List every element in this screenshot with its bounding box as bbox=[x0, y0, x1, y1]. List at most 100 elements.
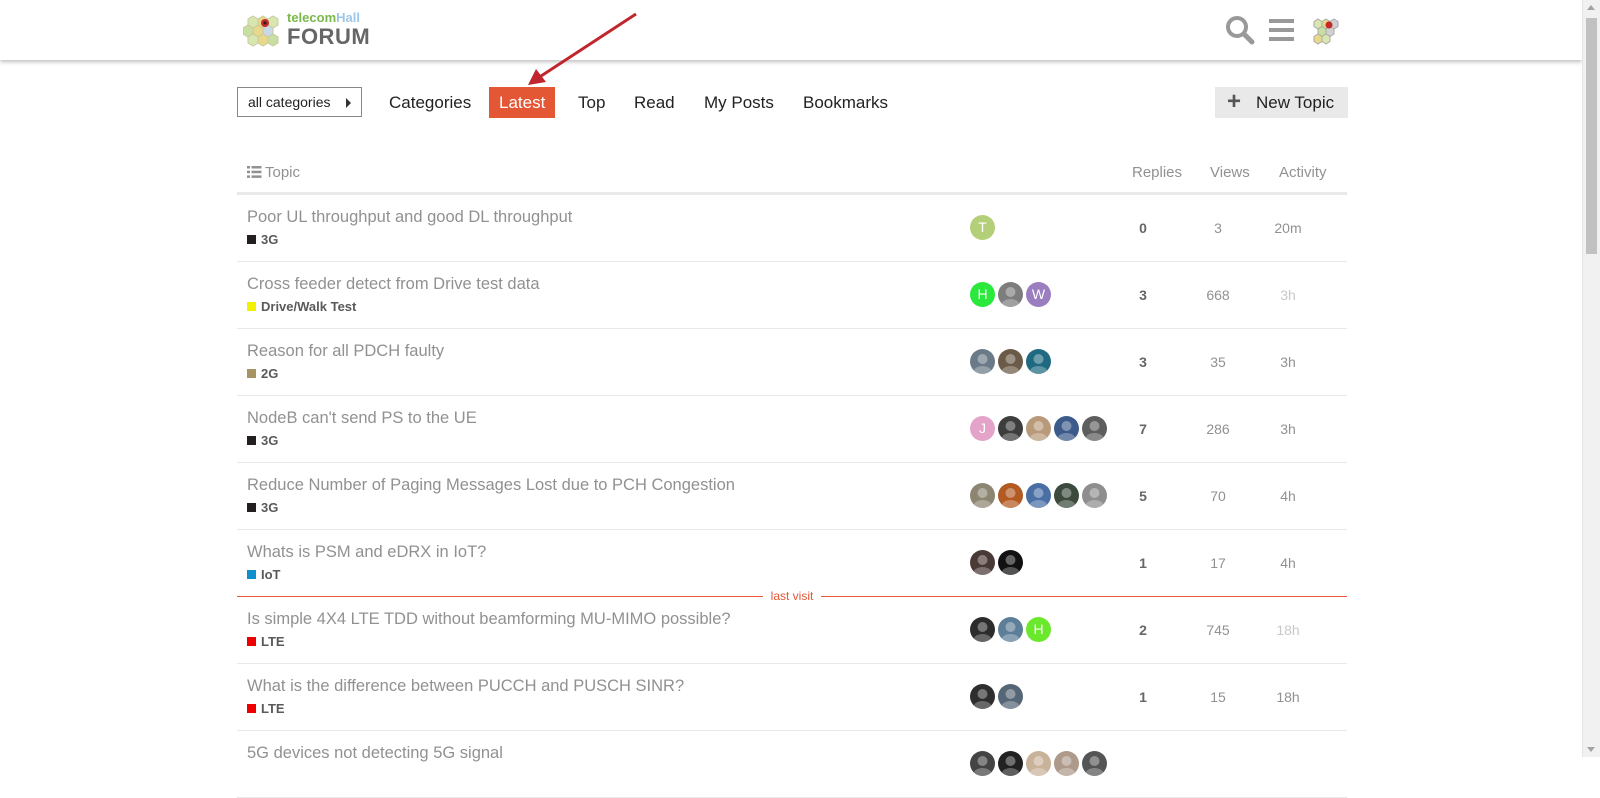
topic-title[interactable]: Poor UL throughput and good DL throughpu… bbox=[247, 208, 572, 227]
topic-title[interactable]: 5G devices not detecting 5G signal bbox=[247, 744, 503, 763]
category-badge[interactable]: 2G bbox=[247, 366, 278, 381]
avatar[interactable] bbox=[998, 349, 1023, 374]
table-row[interactable]: Reason for all PDCH faulty 2G 3 35 3h bbox=[237, 329, 1347, 396]
views-count: 668 bbox=[1206, 287, 1230, 303]
scroll-down-arrow-icon[interactable] bbox=[1587, 747, 1595, 752]
avatar[interactable]: T bbox=[970, 215, 995, 240]
category-badge[interactable]: 3G bbox=[247, 433, 278, 448]
topic-title[interactable]: Reason for all PDCH faulty bbox=[247, 342, 444, 361]
scrollbar-thumb[interactable] bbox=[1586, 18, 1597, 254]
category-label: 3G bbox=[261, 232, 279, 247]
avatar[interactable] bbox=[998, 483, 1023, 508]
table-row[interactable]: What is the difference between PUCCH and… bbox=[237, 664, 1347, 731]
table-row[interactable]: Cross feeder detect from Drive test data… bbox=[237, 262, 1347, 329]
header-topic[interactable]: Topic bbox=[247, 164, 300, 182]
new-topic-button[interactable]: + New Topic bbox=[1215, 87, 1348, 118]
activity-time[interactable]: 4h bbox=[1258, 555, 1318, 571]
activity-time[interactable]: 3h bbox=[1258, 287, 1318, 303]
category-badge[interactable]: 3G bbox=[247, 232, 278, 247]
category-badge[interactable]: Drive/Walk Test bbox=[247, 299, 356, 314]
avatar[interactable] bbox=[998, 282, 1023, 307]
replies-count: 3 bbox=[1139, 354, 1147, 370]
category-label: 3G bbox=[261, 433, 279, 448]
site-logo[interactable]: telecomHall FORUM bbox=[243, 9, 383, 51]
activity-time[interactable]: 4h bbox=[1258, 488, 1318, 504]
replies-count: 5 bbox=[1139, 488, 1147, 504]
table-row[interactable]: NodeB can't send PS to the UE 3G J 7 286 3h bbox=[237, 396, 1347, 463]
tab-categories[interactable]: Categories bbox=[379, 87, 481, 118]
plus-icon: + bbox=[1227, 88, 1242, 115]
tab-top[interactable]: Top bbox=[568, 87, 615, 118]
category-badge[interactable]: LTE bbox=[247, 701, 285, 716]
avatar[interactable] bbox=[1054, 416, 1079, 441]
table-row[interactable]: Poor UL throughput and good DL throughpu… bbox=[237, 195, 1347, 262]
topic-title[interactable]: Cross feeder detect from Drive test data bbox=[247, 275, 540, 294]
list-icon bbox=[247, 165, 262, 182]
activity-time[interactable]: 18h bbox=[1258, 689, 1318, 705]
site-header: telecomHall FORUM bbox=[0, 0, 1582, 60]
hamburger-menu-icon[interactable] bbox=[1266, 14, 1298, 46]
table-row[interactable]: Reduce Number of Paging Messages Lost du… bbox=[237, 463, 1347, 530]
category-dropdown[interactable]: all categories bbox=[237, 87, 362, 117]
avatar[interactable] bbox=[998, 416, 1023, 441]
views-count: 745 bbox=[1206, 622, 1230, 638]
avatar[interactable]: H bbox=[970, 282, 995, 307]
user-avatar-icon[interactable] bbox=[1309, 14, 1341, 46]
tab-bookmarks[interactable]: Bookmarks bbox=[793, 87, 898, 118]
scroll-up-arrow-icon[interactable] bbox=[1587, 5, 1595, 10]
topic-title[interactable]: NodeB can't send PS to the UE bbox=[247, 409, 477, 428]
table-row[interactable]: Whats is PSM and eDRX in IoT? IoT 1 17 4h las… bbox=[237, 530, 1347, 603]
category-label: LTE bbox=[261, 701, 285, 716]
activity-time[interactable]: 20m bbox=[1258, 220, 1318, 236]
logo-title: FORUM bbox=[287, 24, 371, 49]
avatar[interactable] bbox=[1082, 483, 1107, 508]
avatar[interactable] bbox=[970, 483, 995, 508]
avatar[interactable] bbox=[1054, 751, 1079, 776]
avatar[interactable]: J bbox=[970, 416, 995, 441]
avatar[interactable] bbox=[970, 349, 995, 374]
avatar[interactable] bbox=[1026, 349, 1051, 374]
tab-my-posts[interactable]: My Posts bbox=[694, 87, 784, 118]
avatar[interactable] bbox=[998, 617, 1023, 642]
category-badge[interactable]: LTE bbox=[247, 634, 285, 649]
avatar[interactable] bbox=[998, 751, 1023, 776]
category-badge[interactable]: IoT bbox=[247, 567, 281, 582]
caret-right-icon bbox=[346, 98, 351, 108]
avatar[interactable] bbox=[1082, 751, 1107, 776]
avatar[interactable] bbox=[1026, 416, 1051, 441]
topic-title[interactable]: What is the difference between PUCCH and… bbox=[247, 677, 684, 696]
topic-title[interactable]: Is simple 4X4 LTE TDD without beamformin… bbox=[247, 610, 731, 629]
table-row[interactable]: 5G devices not detecting 5G signal bbox=[237, 731, 1347, 798]
avatar[interactable] bbox=[1054, 483, 1079, 508]
avatar[interactable] bbox=[998, 550, 1023, 575]
activity-time[interactable]: 3h bbox=[1258, 354, 1318, 370]
avatar[interactable] bbox=[1082, 416, 1107, 441]
table-row[interactable]: Is simple 4X4 LTE TDD without beamformin… bbox=[237, 597, 1347, 664]
views-count: 3 bbox=[1214, 220, 1222, 236]
header-activity[interactable]: Activity bbox=[1279, 164, 1327, 181]
avatar[interactable] bbox=[970, 550, 995, 575]
avatar[interactable] bbox=[1026, 751, 1051, 776]
topic-title[interactable]: Whats is PSM and eDRX in IoT? bbox=[247, 543, 486, 562]
avatar[interactable]: W bbox=[1026, 282, 1051, 307]
tab-latest[interactable]: Latest bbox=[489, 87, 556, 118]
activity-time[interactable]: 3h bbox=[1258, 421, 1318, 437]
search-icon[interactable] bbox=[1224, 14, 1256, 46]
avatar[interactable]: H bbox=[1026, 617, 1051, 642]
vertical-scrollbar[interactable] bbox=[1582, 0, 1600, 757]
header-replies[interactable]: Replies bbox=[1132, 164, 1182, 181]
views-count: 17 bbox=[1210, 555, 1226, 571]
avatar[interactable] bbox=[970, 684, 995, 709]
annotation-arrow bbox=[528, 12, 637, 85]
replies-count: 0 bbox=[1139, 220, 1147, 236]
category-color-swatch bbox=[247, 436, 256, 445]
avatar[interactable] bbox=[998, 684, 1023, 709]
topic-title[interactable]: Reduce Number of Paging Messages Lost du… bbox=[247, 476, 735, 495]
avatar[interactable] bbox=[1026, 483, 1051, 508]
activity-time[interactable]: 18h bbox=[1258, 622, 1318, 638]
header-views[interactable]: Views bbox=[1210, 164, 1250, 181]
tab-read[interactable]: Read bbox=[624, 87, 685, 118]
avatar[interactable] bbox=[970, 617, 995, 642]
avatar[interactable] bbox=[970, 751, 995, 776]
category-badge[interactable]: 3G bbox=[247, 500, 278, 515]
